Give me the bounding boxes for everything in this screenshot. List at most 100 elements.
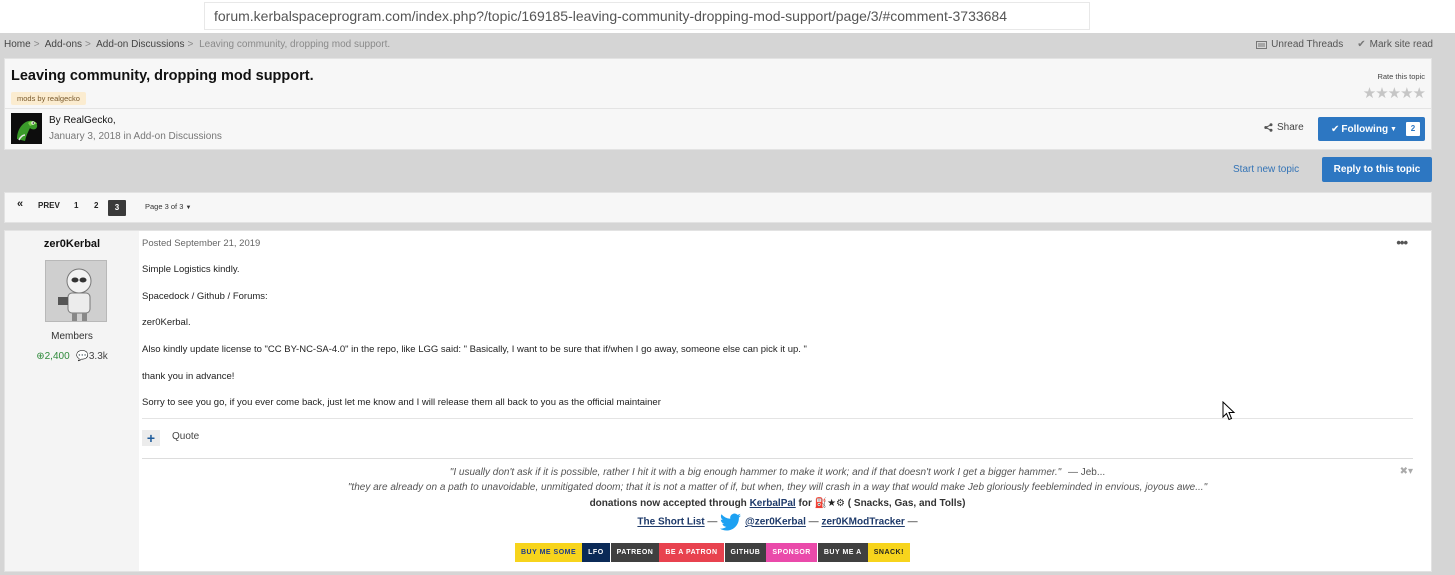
unread-icon <box>1256 40 1268 49</box>
page-link-3-current[interactable]: 3 <box>108 200 126 216</box>
pagination: « PREV 1 2 3 Page 3 of 3 ▼ <box>4 192 1432 223</box>
donation-badge[interactable]: BUY ME A <box>817 543 868 562</box>
kerbalpal-link[interactable]: KerbalPal <box>750 498 796 509</box>
breadcrumb-addons[interactable]: Add-ons <box>45 39 82 50</box>
post-author-panel: zer0Kerbal Members ⊕2,400 💬3.3k <box>5 231 139 571</box>
first-page-icon[interactable]: « <box>17 198 23 210</box>
donation-badge[interactable]: BUY ME SOME <box>515 543 583 562</box>
breadcrumb-separator: > <box>187 39 194 50</box>
post-author-avatar[interactable] <box>45 260 107 322</box>
rating-stars[interactable]: ★★★★★ <box>1363 84 1426 102</box>
quote-button[interactable]: Quote <box>172 431 199 442</box>
signature-links: The Short List — @zer0Kerbal — zer0KModT… <box>142 513 1413 531</box>
page-select-dropdown[interactable]: Page 3 of 3 ▼ <box>145 202 191 211</box>
post-line: Also kindly update license to "CC BY-NC-… <box>142 344 807 355</box>
browser-address-bar: forum.kerbalspaceprogram.com/index.php?/… <box>0 0 1455 33</box>
short-list-link[interactable]: The Short List <box>637 517 704 528</box>
comment-icon: 💬 <box>76 351 89 362</box>
topic-forum-link[interactable]: Add-on Discussions <box>134 131 222 142</box>
topic-date: January 3, 2018 <box>49 131 121 142</box>
prev-page-link[interactable]: PREV <box>38 201 60 210</box>
post-count: 3.3k <box>88 351 108 362</box>
divider <box>142 458 1413 459</box>
donation-badge[interactable]: GITHUB <box>724 543 767 562</box>
top-links: Unread Threads ✔ Mark site read <box>1256 39 1433 50</box>
signature-donations: donations now accepted through KerbalPal… <box>142 498 1413 509</box>
star-icon[interactable]: ★ <box>1375 85 1388 102</box>
star-icon[interactable]: ★ <box>1400 85 1413 102</box>
gecko-avatar-image <box>11 113 42 144</box>
breadcrumb-current: Leaving community, dropping mod support. <box>199 39 391 50</box>
share-icon <box>1264 123 1273 132</box>
post-line: zer0Kerbal. <box>142 317 191 328</box>
page-select-label: Page 3 of 3 <box>145 202 184 211</box>
dash: — <box>707 516 718 528</box>
unread-threads-label: Unread Threads <box>1271 39 1344 50</box>
url-input[interactable]: forum.kerbalspaceprogram.com/index.php?/… <box>204 2 1090 30</box>
breadcrumb-separator: > <box>85 39 91 50</box>
twitter-handle-link[interactable]: @zer0Kerbal <box>745 517 806 528</box>
rate-topic: Rate this topic ★★★★★ <box>1363 72 1426 102</box>
donation-badge[interactable]: LFO <box>582 543 610 562</box>
dash: — <box>907 516 918 528</box>
page-link-1[interactable]: 1 <box>74 201 78 210</box>
start-new-topic-link[interactable]: Start new topic <box>1233 164 1299 175</box>
mark-site-read-label: Mark site read <box>1369 39 1433 50</box>
author-avatar[interactable] <box>11 113 42 144</box>
plus-circle-icon: ⊕ <box>36 351 45 362</box>
star-icon[interactable]: ★ <box>1413 85 1426 102</box>
post: zer0Kerbal Members ⊕2,400 💬3.3k Posted S… <box>4 230 1432 572</box>
following-label: Following <box>1341 123 1389 135</box>
post-line: Simple Logistics kindly. <box>142 264 240 275</box>
more-options-icon[interactable]: ••• <box>1396 235 1408 250</box>
twitter-bird-icon[interactable] <box>720 513 742 531</box>
star-icon[interactable]: ★ <box>1363 85 1376 102</box>
dash: — <box>808 516 819 528</box>
chevron-down-icon: ▼ <box>1390 125 1397 133</box>
post-author-stats: ⊕2,400 💬3.3k <box>5 351 139 362</box>
robot-avatar-image <box>46 261 106 321</box>
topic-tag[interactable]: mods by realgecko <box>11 92 86 105</box>
breadcrumb-separator: > <box>33 39 40 50</box>
page-title: Leaving community, dropping mod support. <box>11 68 314 84</box>
topic-header: Leaving community, dropping mod support.… <box>4 58 1432 150</box>
mod-tracker-link[interactable]: zer0KModTracker <box>821 517 904 528</box>
donation-badge[interactable]: SPONSOR <box>766 543 817 562</box>
checkmark-icon: ✔ <box>1331 123 1340 135</box>
signature-quote-2: "they are already on a path to unavoidab… <box>347 482 1208 493</box>
topic-date-line: January 3, 2018 in Add-on Discussions <box>49 131 222 142</box>
page-link-2[interactable]: 2 <box>94 201 98 210</box>
star-icon[interactable]: ★ <box>1388 85 1401 102</box>
reputation-count: 2,400 <box>44 351 70 362</box>
signature-quote-1-attribution: — Jeb... <box>1067 467 1106 478</box>
post-author-name[interactable]: zer0Kerbal <box>5 238 139 250</box>
follower-count: 2 <box>1406 122 1420 136</box>
breadcrumb-addon-discussions[interactable]: Add-on Discussions <box>96 39 184 50</box>
reply-to-topic-button[interactable]: Reply to this topic <box>1322 157 1432 182</box>
unread-threads-link[interactable]: Unread Threads <box>1256 39 1343 50</box>
share-button[interactable]: Share <box>1264 122 1304 133</box>
breadcrumb: Home > Add-ons > Add-on Discussions > Leavi… <box>4 39 390 50</box>
donations-text: donations now accepted through <box>589 498 747 509</box>
following-button[interactable]: ✔ Following ▼ 2 <box>1318 117 1425 141</box>
donation-badge[interactable]: PATREON <box>610 543 660 562</box>
chevron-down-icon: ▼ <box>185 205 192 211</box>
post-line: thank you in advance! <box>142 371 235 382</box>
mark-site-read-link[interactable]: ✔ Mark site read <box>1357 39 1433 50</box>
multiquote-plus-button[interactable]: + <box>142 430 160 446</box>
checkmark-icon: ✔ <box>1357 39 1366 50</box>
donation-badge[interactable]: BE A PATRON <box>659 543 724 562</box>
fuel-icons: ⛽★⚙ <box>814 498 846 509</box>
donation-badge[interactable]: SNACK! <box>867 543 910 562</box>
signature-quote-1-text: "I usually don't ask if it is possible, … <box>449 467 1062 478</box>
donation-badges: BUY ME SOME LFO PATREON BE A PATRON GITHUB SP… <box>515 543 911 562</box>
post-author-group: Members <box>51 331 93 342</box>
donations-for: for <box>798 498 812 509</box>
topic-in-label: in <box>123 131 132 142</box>
mouse-cursor-icon <box>1222 401 1236 421</box>
post-line: Spacedock / Github / Forums: <box>142 291 268 302</box>
share-label: Share <box>1277 122 1304 133</box>
breadcrumb-home[interactable]: Home <box>4 39 31 50</box>
topic-author[interactable]: By RealGecko, <box>49 115 116 126</box>
signature-quote-1: "I usually don't ask if it is possible, … <box>142 467 1413 478</box>
